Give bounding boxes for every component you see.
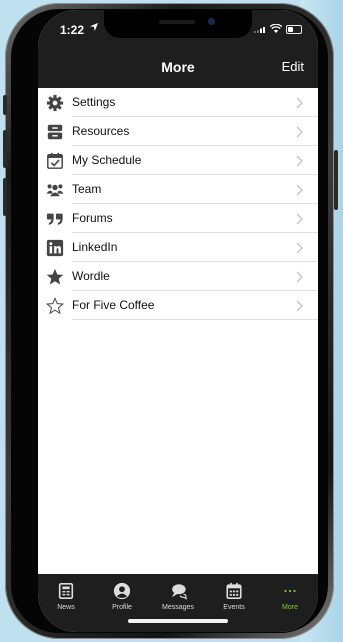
menu-item-forums[interactable]: Forums <box>38 204 318 233</box>
chevron-right-icon <box>296 242 303 254</box>
status-time: 1:22 <box>60 23 85 37</box>
calendar-icon <box>226 582 242 600</box>
chevron-right-icon <box>296 213 303 225</box>
menu-item-wordle[interactable]: Wordle <box>38 262 318 291</box>
wifi-icon <box>270 24 282 33</box>
tab-label: Messages <box>162 604 194 611</box>
tab-events[interactable]: Events <box>206 582 262 611</box>
status-bar: 1:22 <box>38 10 318 44</box>
front-camera <box>208 18 215 25</box>
notch <box>104 10 252 38</box>
menu-item-label: Wordle <box>72 269 110 283</box>
gear-icon <box>46 94 64 112</box>
users-icon <box>46 184 64 197</box>
mute-switch <box>3 95 7 115</box>
menu-item-label: Settings <box>72 95 116 109</box>
tab-profile[interactable]: Profile <box>94 582 150 611</box>
app-screen: 1:22 More Edit Settings Resources My Sch… <box>38 10 318 632</box>
quote-icon <box>46 213 63 225</box>
menu-item-label: My Schedule <box>72 153 142 167</box>
tab-more[interactable]: More <box>262 582 318 611</box>
edit-button[interactable]: Edit <box>282 59 304 74</box>
home-indicator[interactable] <box>128 619 228 623</box>
tab-news[interactable]: News <box>38 582 94 611</box>
menu-item-settings[interactable]: Settings <box>38 88 318 117</box>
navigation-bar: More Edit <box>38 44 318 88</box>
calendar-check-icon <box>47 152 63 169</box>
speaker-grille <box>159 20 195 24</box>
chevron-right-icon <box>296 271 303 283</box>
row-divider <box>72 319 318 320</box>
chat-icon <box>171 584 187 600</box>
chevron-right-icon <box>296 300 303 312</box>
more-menu-list: Settings Resources My Schedule Team Foru… <box>38 88 318 320</box>
tab-label: More <box>282 604 298 611</box>
archive-icon <box>47 124 63 140</box>
menu-item-label: Team <box>72 182 102 196</box>
chevron-right-icon <box>296 184 303 196</box>
signal-icon <box>254 27 265 33</box>
star-filled-icon <box>46 268 64 285</box>
volume-down-button <box>3 178 7 216</box>
page-title: More <box>161 59 195 75</box>
star-outline-icon <box>46 297 64 315</box>
chevron-right-icon <box>296 126 303 138</box>
chevron-right-icon <box>296 97 303 109</box>
power-button <box>334 150 338 210</box>
user-icon <box>113 582 131 600</box>
menu-item-label: LinkedIn <box>72 240 118 254</box>
location-arrow-icon <box>90 23 98 31</box>
menu-item-label: For Five Coffee <box>72 298 155 312</box>
menu-item-team[interactable]: Team <box>38 175 318 204</box>
newspaper-icon <box>58 582 74 600</box>
tab-messages[interactable]: Messages <box>150 582 206 611</box>
chevron-right-icon <box>296 155 303 167</box>
menu-item-label: Resources <box>72 124 130 138</box>
tab-label: News <box>57 604 75 611</box>
tab-bar: News Profile Messages Events More <box>38 574 318 632</box>
linkedin-icon <box>46 239 64 257</box>
menu-item-label: Forums <box>72 211 113 225</box>
battery-icon <box>286 25 302 34</box>
tab-label: Profile <box>112 604 132 611</box>
volume-up-button <box>3 130 7 168</box>
menu-item-linkedin[interactable]: LinkedIn <box>38 233 318 262</box>
ellipsis-icon <box>284 589 296 593</box>
menu-item-resources[interactable]: Resources <box>38 117 318 146</box>
tab-label: Events <box>223 604 245 611</box>
menu-item-for-five-coffee[interactable]: For Five Coffee <box>38 291 318 320</box>
menu-item-my-schedule[interactable]: My Schedule <box>38 146 318 175</box>
